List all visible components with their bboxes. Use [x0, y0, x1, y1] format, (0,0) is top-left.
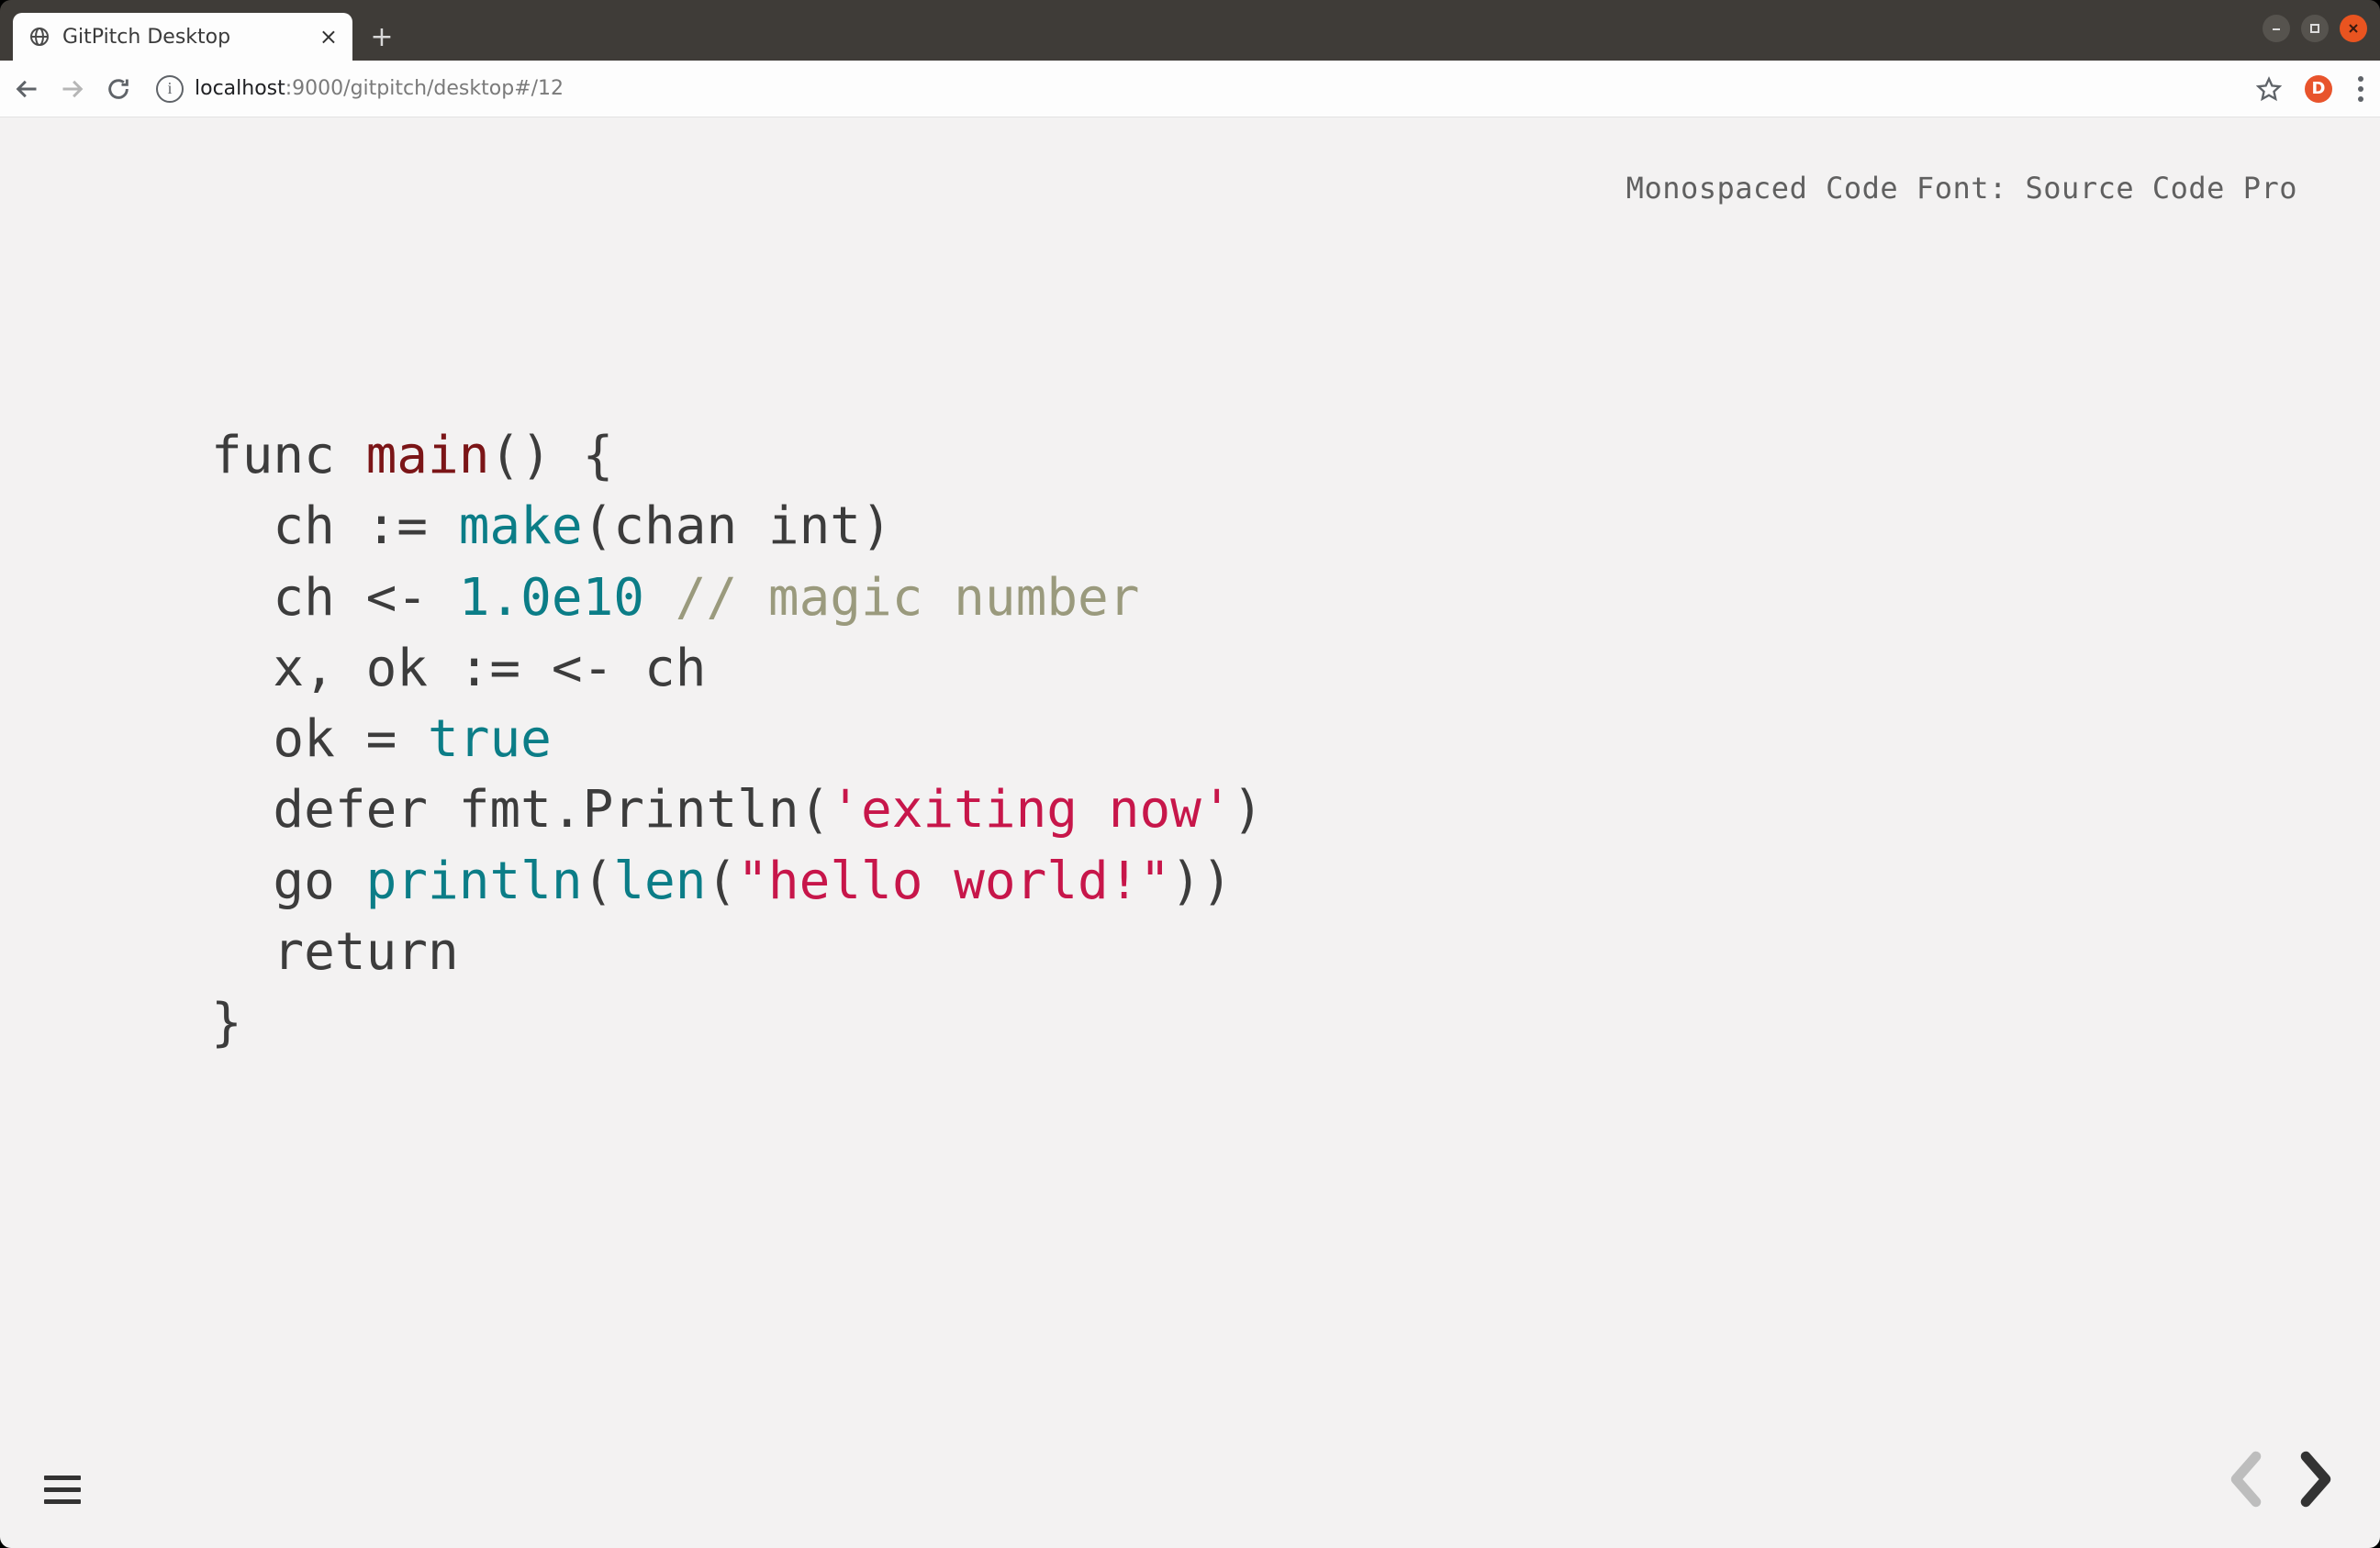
- maximize-icon[interactable]: [2301, 15, 2329, 42]
- globe-icon: [28, 25, 51, 49]
- hamburger-icon[interactable]: [44, 1476, 81, 1504]
- site-info-icon[interactable]: i: [156, 75, 184, 103]
- toolbar-right: D: [2255, 72, 2367, 106]
- window-controls: [2263, 15, 2367, 42]
- browser-toolbar: i localhost:9000/gitpitch/desktop#/12 D: [0, 61, 2380, 117]
- menu-icon[interactable]: [2354, 72, 2367, 106]
- tab-title: GitPitch Desktop: [62, 26, 308, 49]
- browser-titlebar: GitPitch Desktop × +: [0, 0, 2380, 61]
- forward-button[interactable]: [59, 75, 86, 103]
- url-text: localhost:9000/gitpitch/desktop#/12: [195, 77, 564, 100]
- close-icon[interactable]: ×: [319, 26, 338, 48]
- browser-window: GitPitch Desktop × + i localhost:9000/gi…: [0, 0, 2380, 1548]
- star-icon[interactable]: [2255, 75, 2283, 103]
- code-block: func main() { ch := make(chan int) ch <-…: [211, 420, 1263, 1058]
- next-slide-button[interactable]: [2292, 1451, 2340, 1511]
- reload-button[interactable]: [105, 75, 132, 103]
- address-bar[interactable]: i localhost:9000/gitpitch/desktop#/12: [151, 75, 2237, 103]
- back-button[interactable]: [13, 75, 40, 103]
- slide-header: Monospaced Code Font: Source Code Pro: [1626, 171, 2297, 206]
- prev-slide-button[interactable]: [2222, 1451, 2270, 1511]
- window-close-icon[interactable]: [2340, 15, 2367, 42]
- slide-nav: [2222, 1451, 2340, 1511]
- new-tab-button[interactable]: +: [360, 15, 404, 59]
- minimize-icon[interactable]: [2263, 15, 2290, 42]
- browser-tab[interactable]: GitPitch Desktop ×: [13, 13, 352, 61]
- page-viewport: Monospaced Code Font: Source Code Pro fu…: [0, 117, 2380, 1548]
- profile-avatar[interactable]: D: [2305, 75, 2332, 103]
